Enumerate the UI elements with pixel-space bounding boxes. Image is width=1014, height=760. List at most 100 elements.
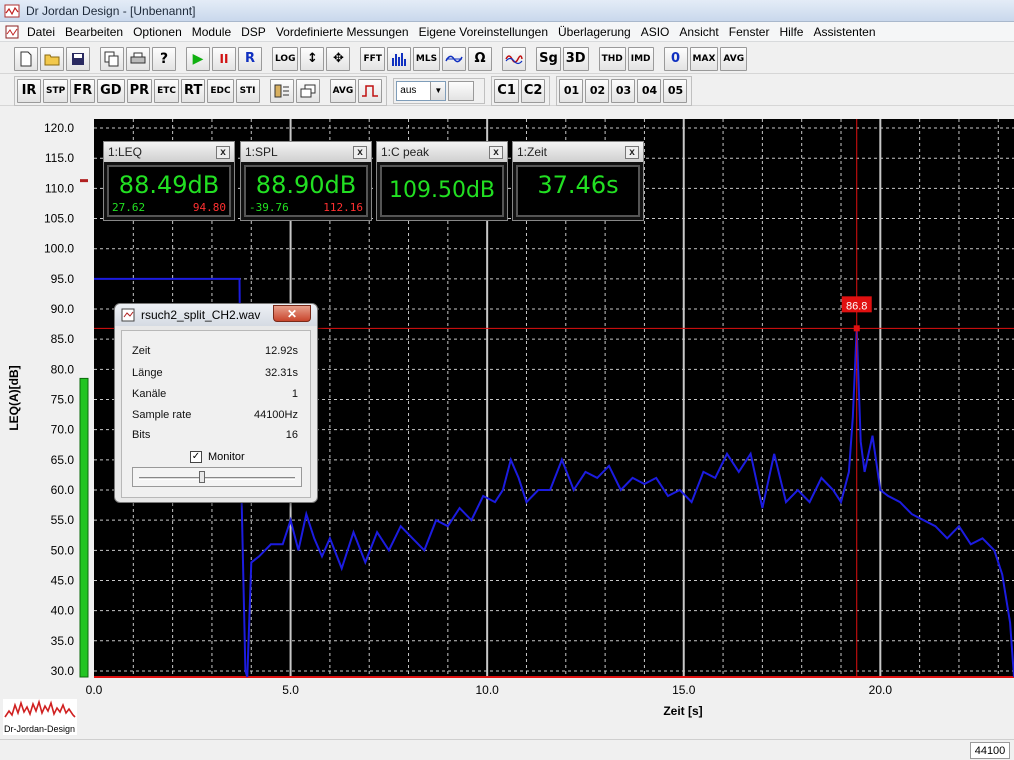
pause-button[interactable]: II	[212, 46, 236, 71]
log-button[interactable]: LOG	[272, 46, 299, 71]
3d-button[interactable]: 3D	[562, 46, 589, 71]
meter-c-peak[interactable]: 1:C peak x 109.50dB	[376, 141, 508, 221]
ir-label: IR	[21, 83, 37, 98]
file-info-dialog[interactable]: rsuch2_split_CH2.wav ✕ Zeit 12.92s Länge 3…	[114, 303, 318, 503]
position-slider[interactable]	[132, 467, 302, 487]
blank-button[interactable]	[448, 80, 475, 101]
meter-leq-max: 94.80	[192, 201, 226, 214]
preset-02-button[interactable]: 02	[585, 78, 610, 103]
info-value: 32.31s	[264, 367, 298, 379]
y-tick-label: 85.0	[51, 332, 75, 346]
pulse-button[interactable]	[358, 78, 383, 103]
title-bar: Dr Jordan Design - [Unbenannt]	[0, 0, 1014, 22]
y-tick-label: 120.0	[44, 121, 74, 135]
windows-button[interactable]	[295, 78, 320, 103]
close-icon[interactable]: x	[353, 145, 367, 159]
menu-datei[interactable]: Datei	[22, 25, 60, 39]
close-icon: ✕	[286, 306, 298, 321]
menu-hilfe[interactable]: Hilfe	[774, 25, 808, 39]
gd-button[interactable]: GD	[97, 78, 125, 103]
close-icon[interactable]: x	[489, 145, 503, 159]
filter-button[interactable]	[442, 46, 467, 71]
meter-leq[interactable]: 1:LEQ x 88.49dB 27.62 94.80	[103, 141, 235, 221]
stp-label: STP	[46, 85, 66, 96]
meter-zeit[interactable]: 1:Zeit x 37.46s	[512, 141, 644, 221]
menu-ueberlagerung[interactable]: Überlagerung	[553, 25, 636, 39]
wave-button[interactable]	[502, 46, 527, 71]
y-tick-label: 35.0	[51, 634, 75, 648]
avg2-button[interactable]: AVG	[329, 78, 357, 103]
help-button[interactable]: ?	[152, 46, 176, 71]
select-group: aus ▼	[393, 77, 486, 104]
preset-05-button[interactable]: 05	[663, 78, 688, 103]
mode-select[interactable]: aus ▼	[396, 80, 447, 101]
main-toolbar: ? ▶ II R LOG ↕ ✥ FFT MLS Ω Sg 3D THD IMD…	[0, 44, 1014, 74]
close-icon[interactable]: x	[216, 145, 230, 159]
menu-ansicht[interactable]: Ansicht	[674, 25, 723, 39]
layout-button[interactable]	[269, 78, 294, 103]
move-button[interactable]: ✥	[326, 46, 351, 71]
stp-button[interactable]: STP	[43, 78, 69, 103]
meter-spl[interactable]: 1:SPL x 88.90dB -39.76 112.16	[240, 141, 372, 221]
zero-button[interactable]: 0	[663, 46, 688, 71]
logo-wave-icon	[4, 699, 76, 718]
max-label: MAX	[692, 53, 716, 64]
menu-eigene-voreinstellungen[interactable]: Eigene Voreinstellungen	[414, 25, 553, 39]
vertical-move-button[interactable]: ↕	[300, 46, 325, 71]
copy-button[interactable]	[100, 46, 124, 71]
slider-thumb[interactable]	[199, 471, 205, 483]
omega-button[interactable]: Ω	[468, 46, 493, 71]
menu-bearbeiten[interactable]: Bearbeiten	[60, 25, 128, 39]
avg-button[interactable]: AVG	[720, 46, 748, 71]
etc-button[interactable]: ETC	[154, 78, 180, 103]
rt-button[interactable]: RT	[181, 78, 206, 103]
pr-button[interactable]: PR	[126, 78, 153, 103]
app-window: Dr Jordan Design - [Unbenannt] Datei Bea…	[0, 0, 1014, 760]
meter-zeit-title: 1:Zeit	[517, 145, 548, 159]
menu-asio[interactable]: ASIO	[636, 25, 675, 39]
app-icon	[4, 4, 20, 17]
fr-button[interactable]: FR	[70, 78, 96, 103]
menu-optionen[interactable]: Optionen	[128, 25, 187, 39]
info-label: Länge	[132, 367, 163, 379]
preset-03-button[interactable]: 03	[611, 78, 636, 103]
sti-button[interactable]: STI	[235, 78, 260, 103]
r-button[interactable]: R	[238, 46, 262, 71]
sg-button[interactable]: Sg	[536, 46, 561, 71]
preset-01-button[interactable]: 01	[559, 78, 584, 103]
meter-spl-value: 88.90dB	[255, 171, 357, 199]
dialog-close-button[interactable]: ✕	[273, 305, 311, 322]
c2-button[interactable]: C2	[520, 78, 546, 103]
save-button[interactable]	[66, 46, 90, 71]
open-file-button[interactable]	[40, 46, 64, 71]
menu-fenster[interactable]: Fenster	[724, 25, 775, 39]
y-tick-label: 80.0	[51, 362, 75, 376]
menu-assistenten[interactable]: Assistenten	[808, 25, 880, 39]
print-button[interactable]	[126, 46, 150, 71]
menu-module[interactable]: Module	[187, 25, 236, 39]
ir-button[interactable]: IR	[17, 78, 41, 103]
fft-button[interactable]: FFT	[360, 46, 385, 71]
meter-spl-title: 1:SPL	[245, 145, 278, 159]
dropdown-arrow-icon[interactable]: ▼	[430, 81, 446, 100]
thd-button[interactable]: THD	[598, 46, 626, 71]
preset-04-button[interactable]: 04	[637, 78, 662, 103]
run-button[interactable]: ▶	[186, 46, 210, 71]
window-title: Dr Jordan Design - [Unbenannt]	[26, 3, 196, 18]
y-tick-label: 115.0	[45, 151, 74, 165]
document-icon[interactable]	[4, 24, 20, 40]
spectrum-button[interactable]	[386, 46, 411, 71]
edc-button[interactable]: EDC	[207, 78, 234, 103]
dialog-title: rsuch2_split_CH2.wav	[141, 308, 261, 322]
max-button[interactable]: MAX	[689, 46, 719, 71]
checkmark-icon[interactable]: ✓	[190, 451, 202, 463]
new-file-button[interactable]	[14, 46, 38, 71]
imd-button[interactable]: IMD	[627, 46, 654, 71]
monitor-checkbox[interactable]: ✓ Monitor	[190, 451, 245, 463]
menu-vordefinierte-messungen[interactable]: Vordefinierte Messungen	[271, 25, 414, 39]
mls-button[interactable]: MLS	[412, 46, 441, 71]
menu-dsp[interactable]: DSP	[236, 25, 271, 39]
c1-button[interactable]: C1	[494, 78, 519, 103]
info-label: Kanäle	[132, 388, 167, 400]
close-icon[interactable]: x	[625, 145, 639, 159]
